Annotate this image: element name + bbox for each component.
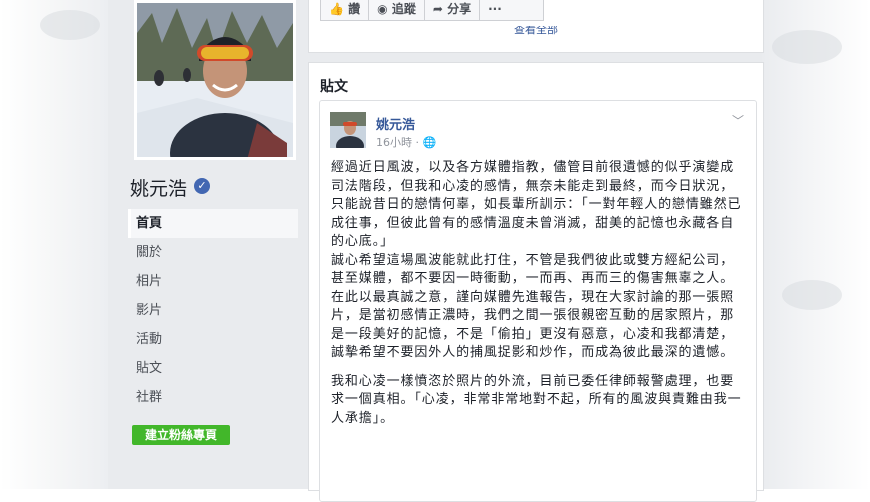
verified-badge-icon: ✓ [194, 178, 210, 194]
nav-item-home[interactable]: 首頁 [128, 209, 298, 238]
avatar-photo [330, 112, 366, 148]
follow-label: 追蹤 [391, 2, 416, 16]
nav-item-about[interactable]: 關於 [128, 238, 298, 267]
post-paragraph: 在此以最真誠之意，謹向媒體先進報告，現在大家討論的那一張照片，是當初感情正濃時，… [331, 289, 735, 361]
more-button[interactable]: ··· [480, 0, 510, 20]
profile-picture[interactable] [134, 0, 296, 160]
rss-icon: ◉ [377, 2, 388, 16]
nav-item-events[interactable]: 活動 [128, 325, 298, 354]
post-author-name[interactable]: 姚元浩 [376, 114, 415, 133]
like-label: 讚 [348, 2, 361, 16]
left-column: 姚元浩 ✓ 首頁 關於 相片 影片 活動 貼文 社群 建立粉絲專頁 [108, 0, 308, 489]
post-author-avatar[interactable] [330, 112, 366, 148]
profile-nav: 首頁 關於 相片 影片 活動 貼文 社群 [128, 209, 298, 412]
background-blur [40, 10, 100, 40]
facebook-page: 姚元浩 ✓ 首頁 關於 相片 影片 活動 貼文 社群 建立粉絲專頁 查看全部 👍… [108, 0, 764, 502]
profile-name[interactable]: 姚元浩 [130, 174, 187, 201]
like-button[interactable]: 👍 讚 [321, 0, 370, 20]
post-meta: 16小時 · 🌐 [376, 134, 436, 150]
action-bar: 👍 讚 ◉ 追蹤 ➦ 分享 ··· [320, 0, 544, 21]
post-body: 經過近日風波，以及各方媒體指教，儘管目前很遺憾的似乎演變成司法階段，但我和心凌的… [331, 159, 743, 428]
see-all-link[interactable]: 查看全部 [309, 26, 763, 36]
create-fan-page-button[interactable]: 建立粉絲專頁 [132, 425, 230, 445]
nav-item-community[interactable]: 社群 [128, 383, 298, 412]
share-label: 分享 [447, 2, 472, 16]
separator-dot: · [415, 136, 423, 149]
page-background-right [762, 0, 870, 489]
nav-item-photos[interactable]: 相片 [128, 267, 298, 296]
nav-item-videos[interactable]: 影片 [128, 296, 298, 325]
post-time[interactable]: 16小時 [376, 136, 412, 149]
post-paragraph: 我和心凌一樣憤恣於照片的外流，目前已委任律師報警處理，也要求一個真相。「心凌，非… [331, 373, 742, 426]
posts-section: 貼文 姚元浩 16小時 · 🌐 ﹀ 經過近日風波，以及各方媒體指教，儘管目前很遺… [308, 62, 764, 502]
share-arrow-icon: ➦ [432, 2, 443, 16]
chevron-down-icon[interactable]: ﹀ [732, 112, 744, 129]
post-card: 姚元浩 16小時 · 🌐 ﹀ 經過近日風波，以及各方媒體指教，儘管目前很遺憾的似… [319, 100, 757, 502]
page-background-left [0, 0, 108, 489]
background-blur [772, 30, 842, 64]
ski-photo [137, 3, 293, 157]
posts-section-title: 貼文 [320, 79, 348, 95]
nav-item-posts[interactable]: 貼文 [128, 354, 298, 383]
post-paragraph: 經過近日風波，以及各方媒體指教，儘管目前很遺憾的似乎演變成司法階段，但我和心凌的… [331, 160, 742, 249]
post-paragraph: 誠心希望這場風波能就此打住，不管是我們彼此或雙方經紀公司，甚至媒體，都不要因一時… [331, 252, 735, 287]
thumbs-up-icon: 👍 [329, 2, 344, 16]
follow-button[interactable]: ◉ 追蹤 [369, 0, 425, 20]
globe-icon: 🌐 [422, 136, 437, 149]
background-blur [782, 280, 842, 310]
share-button[interactable]: ➦ 分享 [425, 0, 481, 20]
